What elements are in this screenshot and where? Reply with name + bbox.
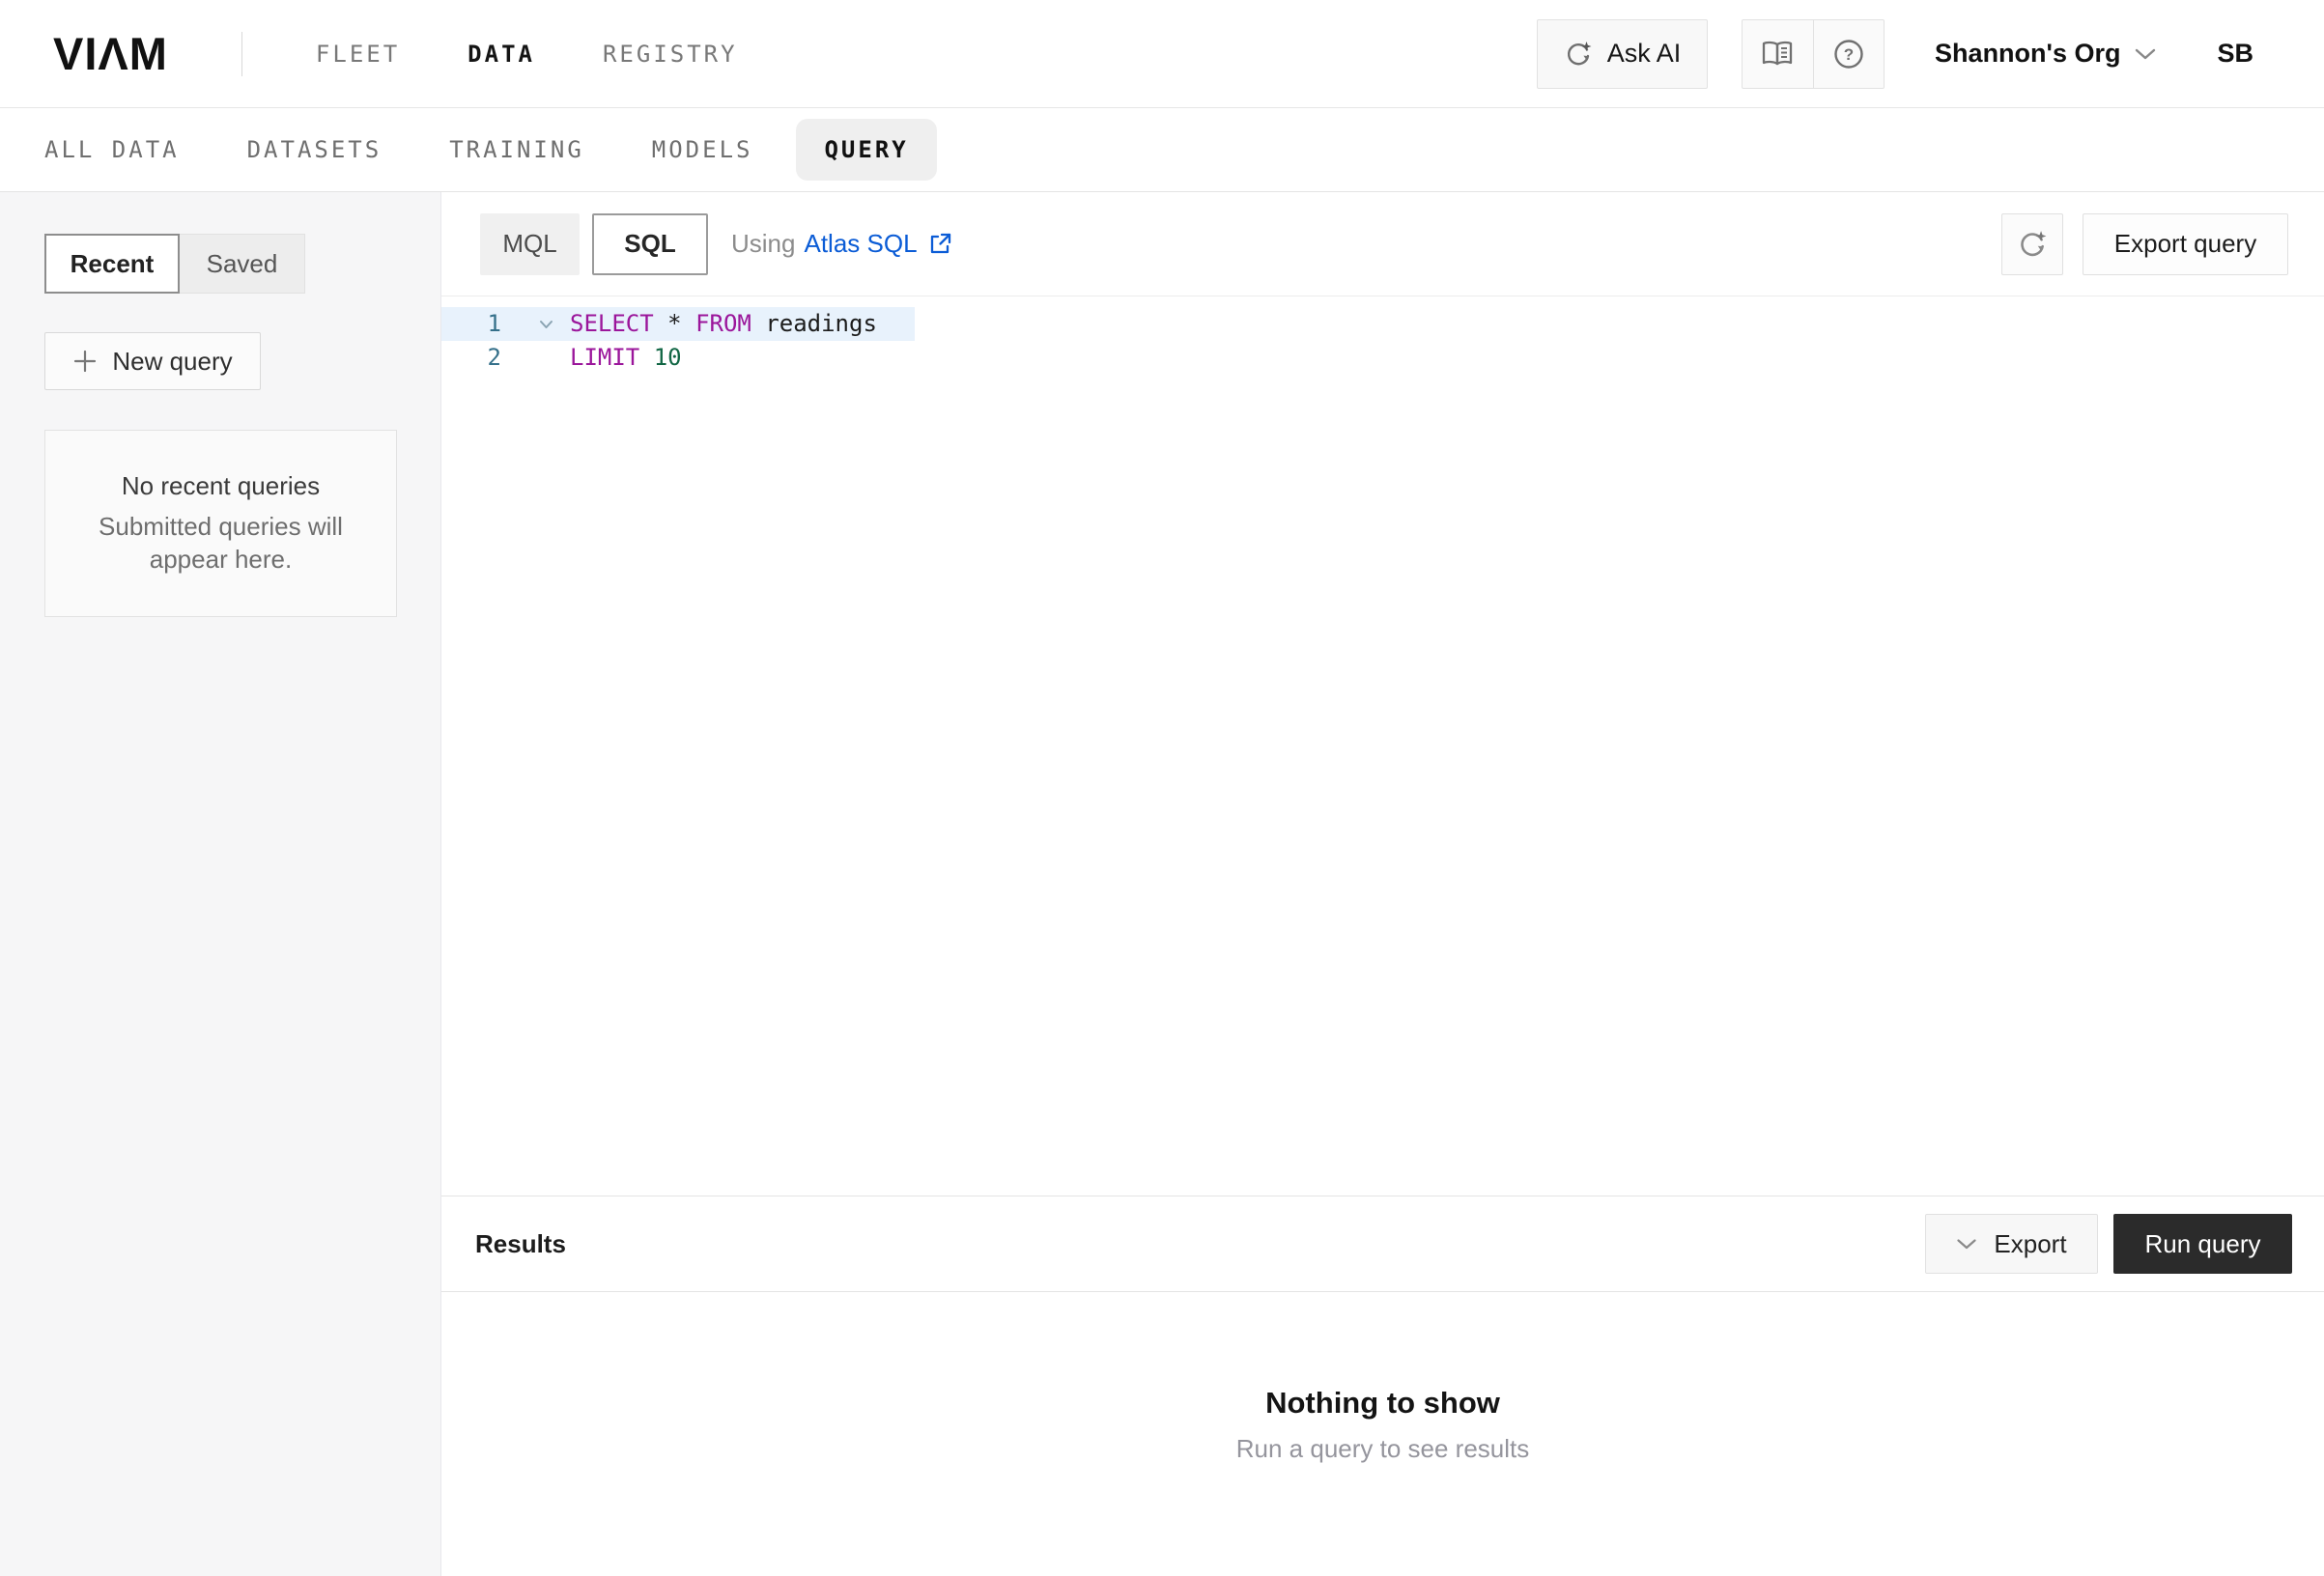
page-body: Recent Saved New query No recent queries… bbox=[0, 192, 2324, 1576]
atlas-sql-link[interactable]: Atlas SQL bbox=[804, 229, 952, 259]
recent-tab-button[interactable]: Recent bbox=[44, 234, 180, 294]
sql-mode-button[interactable]: SQL bbox=[592, 213, 708, 275]
ai-sparkle-refresh-icon bbox=[2017, 229, 2048, 260]
new-query-button[interactable]: New query bbox=[44, 332, 261, 390]
empty-queries-subtitle: Submitted queries will appear here. bbox=[76, 510, 366, 576]
tab-models[interactable]: MODELS bbox=[652, 136, 753, 163]
results-empty-subtitle: Run a query to see results bbox=[1236, 1434, 1530, 1464]
ai-generate-query-button[interactable] bbox=[2001, 213, 2063, 275]
sql-code-editor[interactable]: 1 SELECT * FROM readings 2 LIMIT 10 bbox=[441, 296, 2324, 1196]
code-line-1[interactable]: 1 SELECT * FROM readings bbox=[441, 307, 2324, 341]
external-link-icon bbox=[927, 231, 953, 257]
line-number: 1 bbox=[441, 307, 523, 341]
fold-gutter bbox=[523, 341, 570, 375]
query-sidebar: Recent Saved New query No recent queries… bbox=[0, 192, 441, 1576]
org-name: Shannon's Org bbox=[1935, 39, 2120, 69]
org-switcher[interactable]: Shannon's Org bbox=[1935, 39, 2157, 69]
recent-saved-toggle: Recent Saved bbox=[44, 234, 396, 294]
plus-icon bbox=[72, 349, 98, 374]
empty-queries-title: No recent queries bbox=[122, 471, 320, 501]
using-label: Using bbox=[731, 229, 795, 259]
ai-sparkle-refresh-icon bbox=[1564, 40, 1593, 69]
no-recent-queries-box: No recent queries Submitted queries will… bbox=[44, 430, 397, 617]
results-title: Results bbox=[475, 1229, 566, 1259]
results-empty-state: Nothing to show Run a query to see resul… bbox=[441, 1292, 2324, 1576]
viam-data-query-page: VIΛM FLEET DATA REGISTRY Ask AI bbox=[0, 0, 2324, 1576]
nav-item-data[interactable]: DATA bbox=[468, 41, 535, 68]
atlas-sql-label: Atlas SQL bbox=[804, 229, 917, 259]
top-nav: VIΛM FLEET DATA REGISTRY Ask AI bbox=[0, 0, 2324, 108]
code-text: LIMIT 10 bbox=[570, 341, 682, 375]
editor-toolbar: MQL SQL Using Atlas SQL bbox=[441, 192, 2324, 296]
code-text: SELECT * FROM readings bbox=[570, 307, 877, 341]
results-header: Results Export Run query bbox=[441, 1196, 2324, 1292]
new-query-label: New query bbox=[112, 347, 232, 377]
export-query-button[interactable]: Export query bbox=[2083, 213, 2288, 275]
ask-ai-button[interactable]: Ask AI bbox=[1537, 19, 1708, 89]
nav-item-fleet[interactable]: FLEET bbox=[316, 41, 400, 68]
results-empty-title: Nothing to show bbox=[1265, 1386, 1500, 1421]
line-number: 2 bbox=[441, 341, 523, 375]
chevron-down-icon bbox=[1956, 1238, 1977, 1251]
fold-chevron-icon bbox=[539, 320, 553, 329]
user-avatar[interactable]: SB bbox=[2217, 39, 2253, 69]
viam-logo[interactable]: VIΛM bbox=[53, 27, 168, 80]
export-results-button[interactable]: Export bbox=[1925, 1214, 2098, 1274]
ask-ai-label: Ask AI bbox=[1607, 39, 1682, 69]
tab-training[interactable]: TRAINING bbox=[449, 136, 584, 163]
help-icon: ? bbox=[1832, 38, 1865, 70]
data-sub-nav: ALL DATA DATASETS TRAINING MODELS QUERY bbox=[0, 108, 2324, 192]
mql-mode-button[interactable]: MQL bbox=[480, 213, 580, 275]
docs-book-icon bbox=[1760, 39, 1795, 70]
tab-query[interactable]: QUERY bbox=[796, 119, 936, 181]
help-button[interactable]: ? bbox=[1813, 20, 1885, 88]
run-query-button[interactable]: Run query bbox=[2113, 1214, 2292, 1274]
nav-divider bbox=[241, 32, 242, 76]
tab-datasets[interactable]: DATASETS bbox=[247, 136, 383, 163]
nav-item-registry[interactable]: REGISTRY bbox=[603, 41, 738, 68]
query-main-panel: MQL SQL Using Atlas SQL bbox=[441, 192, 2324, 1576]
export-results-label: Export bbox=[1994, 1229, 2066, 1259]
tab-all-data[interactable]: ALL DATA bbox=[44, 136, 180, 163]
code-line-2[interactable]: 2 LIMIT 10 bbox=[441, 341, 2324, 375]
chevron-down-icon bbox=[2134, 47, 2157, 61]
svg-text:?: ? bbox=[1844, 45, 1854, 64]
fold-gutter[interactable] bbox=[523, 307, 570, 341]
help-icon-group: ? bbox=[1742, 19, 1885, 89]
saved-tab-button[interactable]: Saved bbox=[180, 234, 305, 294]
documentation-button[interactable] bbox=[1743, 20, 1813, 88]
